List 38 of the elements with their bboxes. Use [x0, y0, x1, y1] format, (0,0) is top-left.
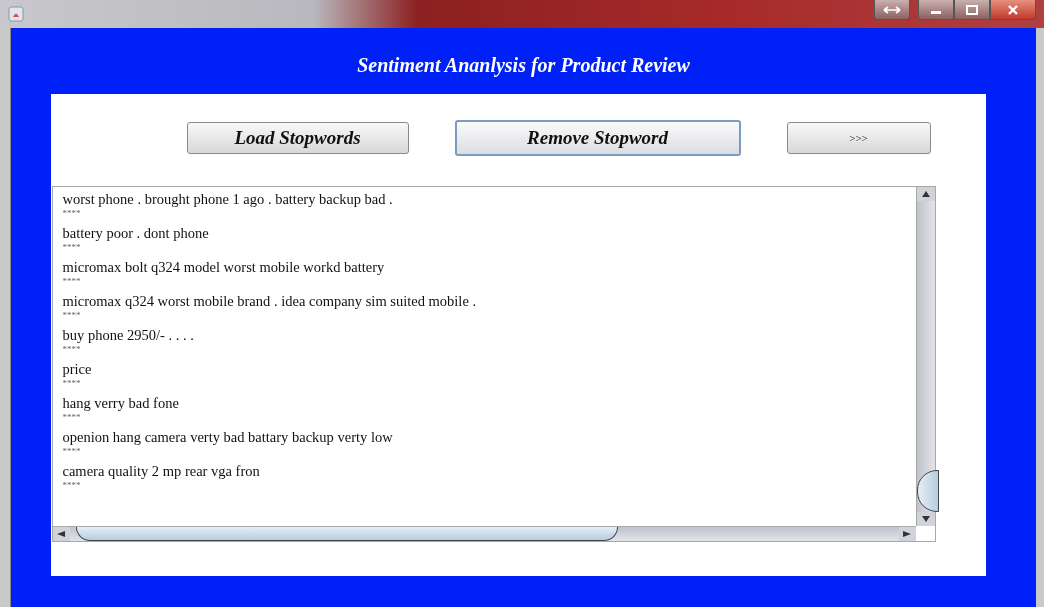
review-text: camera quality 2 mp rear vga fron [62, 463, 261, 480]
maximize-button[interactable] [954, 0, 990, 20]
separator-text: **** [62, 378, 82, 389]
separator-text: **** [62, 344, 82, 355]
minimize-icon [931, 11, 941, 14]
window-title: Sentiment Ananlysis for Product Review [357, 54, 690, 77]
review-text: worst phone . brought phone 1 ago . battery backup bad . [62, 191, 394, 208]
close-icon [1006, 3, 1020, 16]
action-button[interactable]: Load Stopwords [186, 122, 409, 154]
review-text: micromax bolt q324 model worst mobile workd battery [62, 259, 386, 276]
review-text: price [62, 361, 93, 378]
review-text: openion hang camera verty bad battary backup verty low [62, 429, 394, 446]
scroll-thumb[interactable] [75, 527, 618, 541]
app-icon [8, 6, 24, 22]
action-button[interactable]: >>> [786, 122, 931, 154]
close-button[interactable] [990, 0, 1036, 20]
scroll-up-icon[interactable] [921, 191, 930, 197]
resize-button[interactable] [874, 0, 910, 20]
horizontal-scrollbar[interactable] [52, 526, 916, 541]
separator-text: **** [62, 412, 82, 423]
separator-text: **** [62, 310, 82, 321]
maximize-icon [965, 4, 979, 15]
review-text: micromax q324 worst mobile brand . idea company sim suited mobile . [62, 293, 478, 310]
scroll-left-icon[interactable] [57, 531, 65, 537]
scroll-right-icon[interactable] [903, 531, 911, 537]
review-text: battery poor . dont phone [62, 225, 210, 242]
review-text: hang verry bad fone [62, 395, 180, 412]
separator-text: **** [62, 480, 82, 491]
separator-text: **** [62, 208, 82, 219]
separator-text: **** [62, 276, 82, 287]
minimize-button[interactable] [918, 0, 954, 20]
action-button[interactable]: Remove Stopword [454, 120, 741, 156]
separator-text: **** [62, 242, 82, 253]
double-arrow-icon [882, 4, 902, 15]
separator-text: **** [62, 446, 82, 457]
scroll-thumb[interactable] [916, 470, 939, 512]
review-text: buy phone 2950/- . . . . [62, 327, 195, 344]
scroll-down-icon[interactable] [921, 516, 930, 522]
